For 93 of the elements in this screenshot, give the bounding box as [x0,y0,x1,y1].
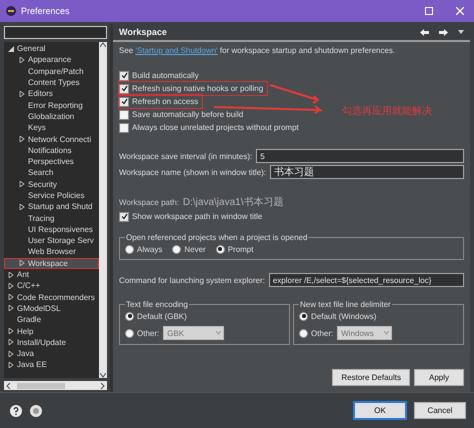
radio-circle[interactable] [216,244,225,254]
tree-item[interactable]: Editors [4,88,99,100]
dropdown[interactable]: Windows [337,326,392,340]
group-title: Open referenced projects when a project is opened [125,233,308,242]
radio-circle[interactable] [125,328,134,338]
caret-icon [384,331,390,335]
radio-circle[interactable] [172,244,182,254]
app-icon [6,6,16,16]
tree-item[interactable]: Notifications [4,144,99,156]
menu-icon[interactable] [458,30,464,34]
input-field[interactable]: 5 [256,149,464,163]
apply-button[interactable]: Apply [414,369,464,386]
tree-item[interactable]: Compare/Patch [4,66,99,77]
tree-item[interactable]: Content Types [4,76,99,88]
tree-item[interactable]: Globalization [4,110,99,122]
expand-icon[interactable] [19,90,25,97]
field-label: Workspace save interval (in minutes): [119,152,252,160]
radio-circle[interactable] [299,312,308,320]
collapse-icon[interactable] [8,46,14,52]
checkbox[interactable]: Show workspace path in window title [119,210,266,223]
cancel-button[interactable]: Cancel [414,402,466,419]
tree-item[interactable]: Gradle [4,314,99,326]
checkbox[interactable]: Refresh on access [119,95,202,108]
scroll-up-icon[interactable] [100,42,106,48]
ok-button[interactable]: OK [354,402,406,419]
radio-button[interactable]: Other: [299,327,334,339]
forward-icon[interactable] [439,28,448,36]
tree-item[interactable]: UI Responsivenes [4,224,99,236]
tree-item[interactable]: Tracing [4,212,99,224]
radio-circle[interactable] [125,312,134,320]
window-title: Preferences [21,6,71,16]
group-title: New text file line delimiter [299,300,392,309]
tree-item[interactable]: Perspectives [4,156,99,168]
input-field[interactable]: explorer /E,/select=${selected_resource_loc} [268,273,464,287]
input-field[interactable]: 书本习题 [270,165,464,179]
scroll-right-icon[interactable] [100,382,105,388]
radio-circle[interactable] [125,244,134,254]
radio-circle[interactable] [299,328,308,338]
tree-item[interactable]: C/C++ [4,280,99,292]
path-value: D:\java\java1\书本习题 [182,196,284,209]
tree-item[interactable]: Startup and Shutd [4,201,99,212]
filter-field[interactable] [4,26,107,39]
tree-item[interactable]: Network Connecti [4,133,99,145]
tree-item[interactable]: Ant [4,268,99,280]
scroll-left-icon[interactable] [6,382,11,388]
tree-item[interactable]: Security [4,178,99,190]
caret-icon [216,331,222,335]
scrollbar[interactable] [99,42,107,378]
radio-button[interactable]: Default (Windows) [299,310,458,322]
page-title: Workspace [119,27,168,37]
tree-item[interactable]: Install/Update [4,336,99,348]
close-icon[interactable] [456,7,464,15]
tree-item[interactable]: Help [4,325,99,337]
checkbox[interactable]: Always close unrelated projects without prompt [119,121,303,134]
field-label: Command for launching system explorer: [119,276,265,284]
field-label: Workspace name (shown in window title): [119,168,266,176]
expand-icon[interactable] [19,136,25,142]
tree-item[interactable]: Code Recommenders [4,292,99,303]
scroll-down-icon[interactable] [100,372,106,378]
radio-button[interactable]: Always [125,243,162,255]
help-icon[interactable] [10,404,22,416]
scrollbar[interactable] [4,381,107,390]
tree-item[interactable]: Keys [4,122,99,134]
tree-item[interactable]: Search [4,167,99,179]
back-icon[interactable] [420,28,429,36]
tree-item[interactable]: Appearance [4,54,99,66]
expand-icon[interactable] [19,181,25,188]
checkbox[interactable]: Save automatically before build [119,108,248,121]
checkbox[interactable]: Refresh using native hooks or polling [119,82,268,95]
radio-button[interactable]: Default (GBK) [125,310,284,322]
checkbox[interactable]: Build automatically [119,69,203,82]
radio-button[interactable]: Never [172,243,206,255]
restore-defaults-button[interactable]: Restore Defaults [332,369,410,386]
tree-item[interactable]: Workspace [4,258,99,269]
tree-item[interactable]: General [4,43,99,54]
tree-item[interactable]: Java EE [4,359,99,371]
tree-item[interactable]: Web Browser [4,246,99,258]
radio-button[interactable]: Other: [125,327,160,339]
group-title: Text file encoding [125,300,189,309]
path-label: Workspace path: [119,198,179,206]
tree-item[interactable]: Java [4,348,99,360]
tree-item[interactable]: Service Policies [4,190,99,202]
annotation-note: 勾选再应用就能解决 [342,104,432,118]
checkmark-icon [120,213,128,220]
expand-icon[interactable] [19,56,25,63]
tree-item[interactable]: Error Reporting [4,99,99,111]
intro-text: See 'Startup and Shutdown' for workspace startup and shutdown preferences. [119,46,396,55]
tree-item[interactable]: User Storage Serv [4,235,99,246]
maximize-icon[interactable] [425,7,433,15]
record-icon[interactable] [30,404,42,416]
radio-button[interactable]: Prompt [216,243,254,255]
tree-item[interactable]: GModelDSL [4,302,99,314]
expand-icon[interactable] [19,204,25,210]
